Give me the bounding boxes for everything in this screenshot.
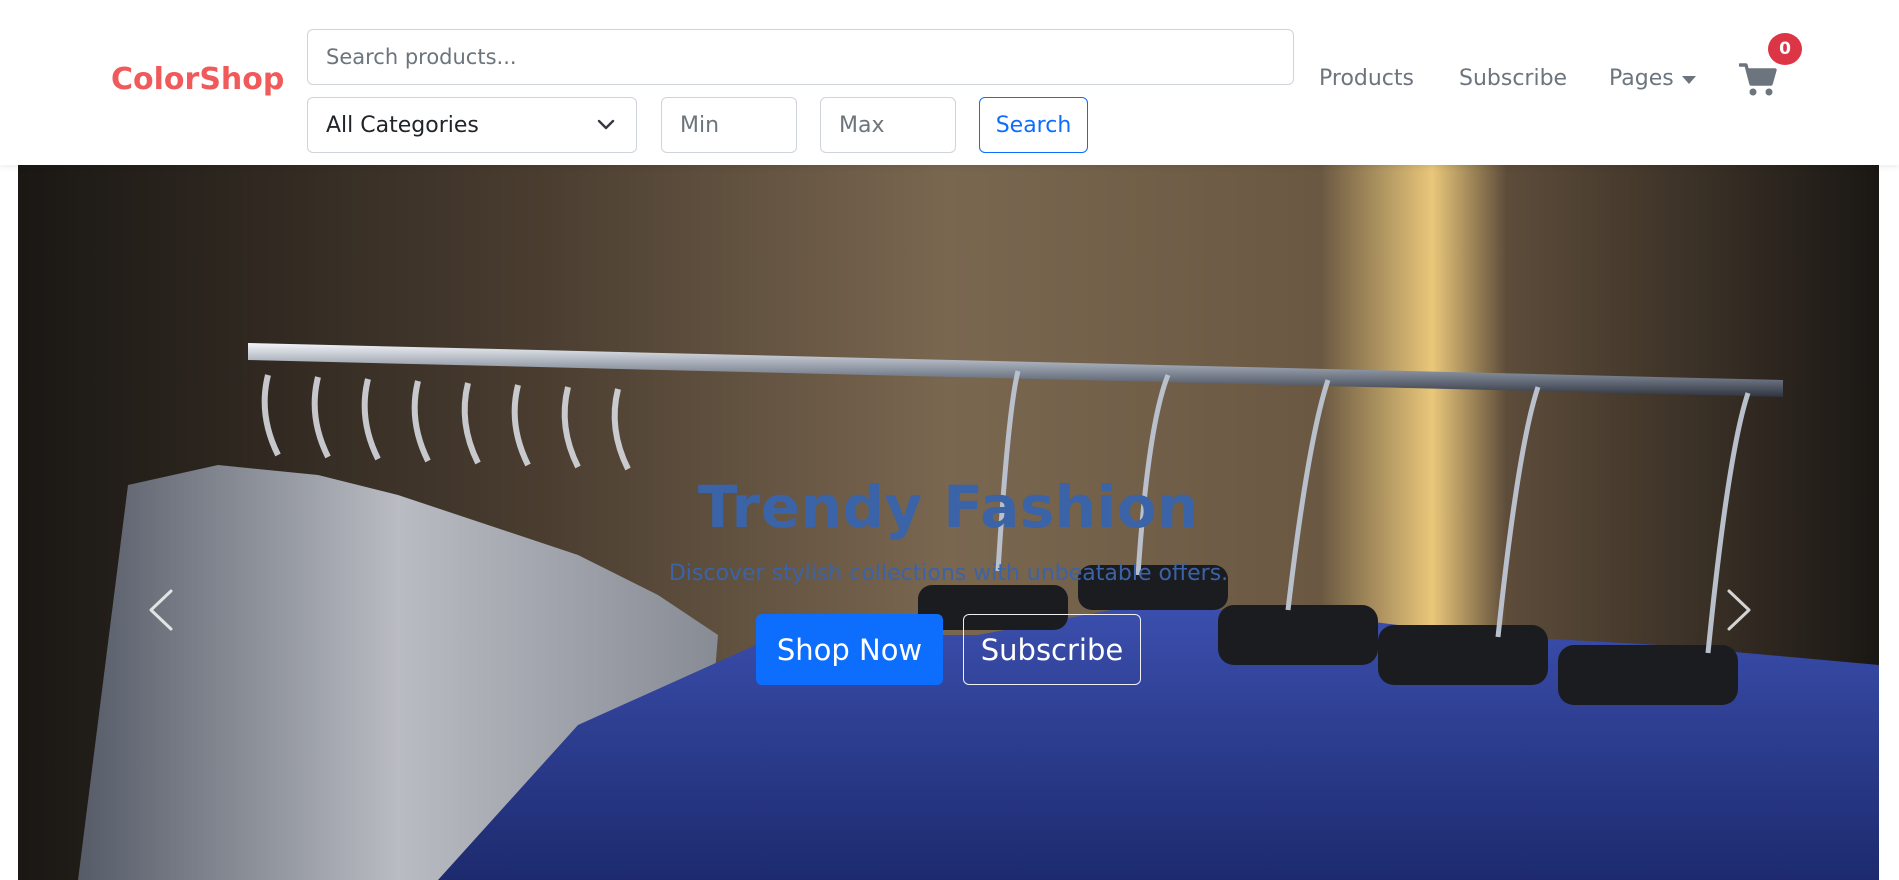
nav-products-link[interactable]: Products: [1319, 66, 1414, 91]
shop-now-button[interactable]: Shop Now: [756, 614, 943, 685]
brand-logo[interactable]: ColorShop: [111, 62, 284, 97]
search-button[interactable]: Search: [979, 97, 1088, 153]
chevron-down-icon: [597, 119, 615, 130]
navbar: ColorShop All Categories Search Products…: [0, 0, 1899, 165]
nav-pages-label: Pages: [1609, 66, 1674, 91]
hero-subtitle: Discover stylish collections with unbeat…: [668, 561, 1229, 586]
carousel-prev-icon[interactable]: [141, 585, 181, 635]
hero-carousel: Trendy Fashion Discover stylish collecti…: [18, 165, 1879, 880]
nav-pages-dropdown[interactable]: Pages: [1609, 66, 1696, 91]
category-select[interactable]: All Categories: [307, 97, 637, 153]
search-input[interactable]: [307, 29, 1294, 85]
cart-count-badge: 0: [1768, 33, 1802, 65]
min-price-input[interactable]: [661, 97, 797, 153]
caret-down-icon: [1681, 76, 1696, 84]
hero-title: Trendy Fashion: [697, 473, 1200, 541]
max-price-input[interactable]: [820, 97, 956, 153]
nav-subscribe-link[interactable]: Subscribe: [1459, 66, 1567, 91]
shopping-cart-icon[interactable]: [1739, 62, 1779, 98]
hero-subscribe-button[interactable]: Subscribe: [963, 614, 1141, 685]
carousel-next-icon[interactable]: [1719, 585, 1759, 635]
category-select-value: All Categories: [326, 112, 479, 138]
